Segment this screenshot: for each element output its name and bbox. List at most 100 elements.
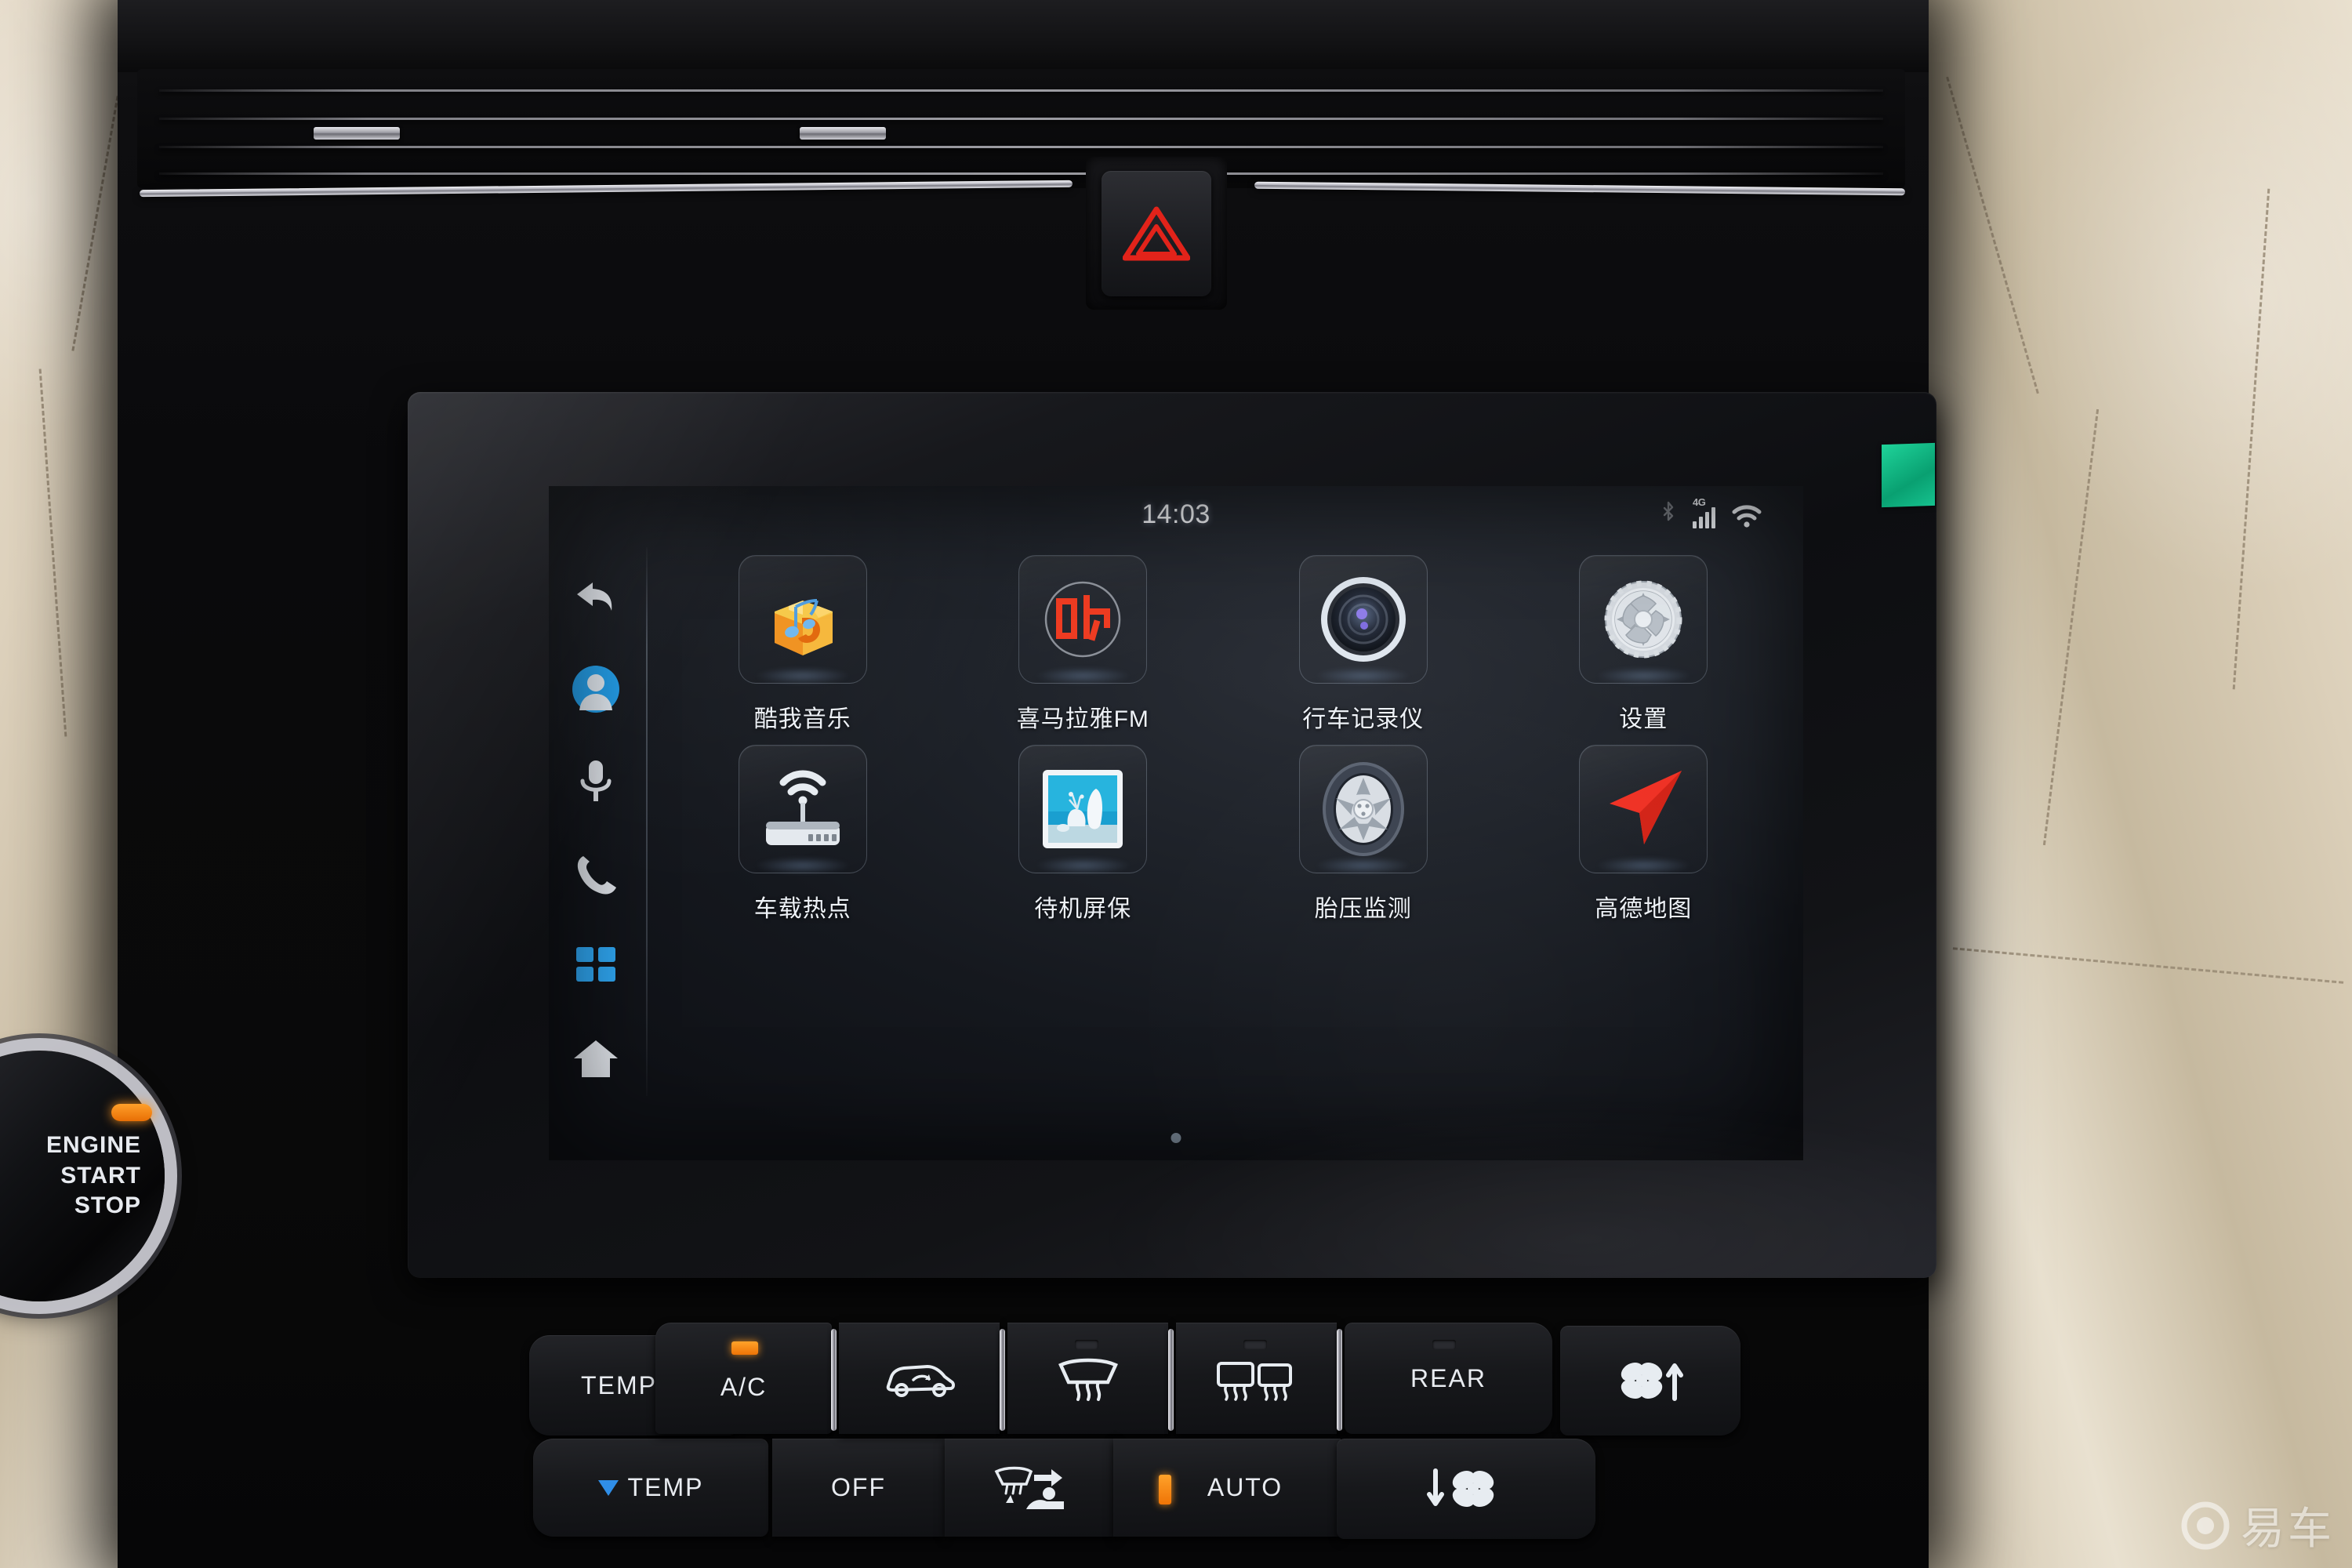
button-divider xyxy=(1000,1329,1005,1431)
vent-slat xyxy=(159,89,1883,92)
signal-bar xyxy=(1711,507,1715,528)
app-item-kuwo-music[interactable]: 酷我音乐 xyxy=(713,555,893,734)
fan-decrease-icon xyxy=(1427,1468,1494,1507)
app-item-amap[interactable]: 高德地图 xyxy=(1553,745,1733,924)
signal-4g-icon[interactable]: 4G xyxy=(1693,496,1715,528)
ximalaya-fm-icon xyxy=(1045,581,1121,658)
foot-vent-button[interactable] xyxy=(945,1439,1117,1537)
car-recirculation-icon xyxy=(886,1364,955,1397)
button-divider xyxy=(831,1329,837,1431)
app-item-ximalaya-fm[interactable]: 喜马拉雅FM xyxy=(993,555,1173,734)
user-avatar-icon xyxy=(572,666,619,713)
rear-led-indicator xyxy=(1432,1340,1456,1349)
fan-down-button[interactable] xyxy=(1337,1439,1595,1539)
ac-label: A/C xyxy=(720,1372,768,1401)
settings-gear-icon xyxy=(1604,580,1682,659)
sidebar-item-home[interactable] xyxy=(549,1013,643,1105)
watermark: 易车 xyxy=(2181,1494,2335,1557)
vent-direction-tab-right[interactable] xyxy=(800,127,886,140)
wifi-icon[interactable] xyxy=(1731,503,1762,528)
right-trim-panel xyxy=(1913,0,2352,1568)
sidebar-item-voice[interactable] xyxy=(549,735,643,828)
app-tile[interactable] xyxy=(738,555,867,684)
climate-control-panel: TEMP TEMP A/C OFF AUTO REAR xyxy=(529,1313,1803,1541)
kuwo-music-icon xyxy=(774,599,833,655)
microphone-icon xyxy=(580,760,612,801)
button-divider xyxy=(1168,1329,1174,1431)
engine-button-led xyxy=(111,1104,152,1121)
sidebar-item-user[interactable] xyxy=(549,643,643,735)
auto-button[interactable]: AUTO xyxy=(1113,1439,1341,1537)
watermark-text: 易车 xyxy=(2241,1504,2335,1553)
hazard-button[interactable] xyxy=(1102,171,1211,296)
fan-increase-icon xyxy=(1621,1363,1683,1401)
page-indicator[interactable] xyxy=(1171,1133,1181,1143)
sidebar-rail xyxy=(549,543,643,1160)
temp-up-label: TEMP xyxy=(581,1370,657,1399)
infotainment-screen[interactable]: 14:03 4G 酷我音乐 喜马拉雅FM 行车记录仪 设置 车载热点 待机屏保 … xyxy=(549,486,1803,1160)
fan-up-button[interactable] xyxy=(1560,1326,1740,1436)
app-item-tire-pressure[interactable]: 胎压监测 xyxy=(1273,745,1454,924)
temp-down-button[interactable]: TEMP xyxy=(533,1439,768,1537)
app-grid: 酷我音乐 喜马拉雅FM 行车记录仪 设置 车载热点 待机屏保 胎压监测 高德地图 xyxy=(666,555,1780,924)
engine-line2: START xyxy=(60,1162,141,1189)
auto-label: AUTO xyxy=(1207,1473,1283,1501)
ac-led-indicator xyxy=(731,1341,758,1355)
app-label: 喜马拉雅FM xyxy=(1016,706,1149,732)
ac-button[interactable]: A/C xyxy=(655,1323,832,1434)
hazard-triangle-icon xyxy=(1123,206,1190,261)
rear-button[interactable]: REAR xyxy=(1345,1323,1552,1434)
recirculation-button[interactable] xyxy=(839,1323,1000,1434)
screensaver-photo-icon xyxy=(1043,770,1123,848)
app-label: 高德地图 xyxy=(1595,896,1693,922)
amap-navigation-arrow-icon xyxy=(1610,771,1682,844)
home-icon xyxy=(574,1040,618,1077)
clock: 14:03 xyxy=(1142,499,1210,529)
app-item-dashcam[interactable]: 行车记录仪 xyxy=(1273,555,1454,734)
system-icons: 4G xyxy=(1660,496,1762,528)
phone-icon xyxy=(577,856,616,895)
rear-defrost-led xyxy=(1243,1340,1267,1349)
screenshot-root: 14:03 4G 酷我音乐 喜马拉雅FM 行车记录仪 设置 车载热点 待机屏保 … xyxy=(0,0,2352,1568)
app-tile[interactable] xyxy=(1298,745,1428,873)
signal-bar xyxy=(1699,517,1703,528)
app-label: 行车记录仪 xyxy=(1302,706,1425,732)
app-item-settings[interactable]: 设置 xyxy=(1553,555,1733,734)
engine-line3: STOP xyxy=(74,1192,141,1219)
vent-slat xyxy=(159,172,1883,175)
front-defrost-button[interactable] xyxy=(1007,1323,1168,1434)
sidebar-item-phone[interactable] xyxy=(549,828,643,920)
engine-line1: ENGINE xyxy=(45,1132,141,1159)
app-tile[interactable] xyxy=(1018,555,1148,684)
bluetooth-icon[interactable] xyxy=(1660,500,1677,528)
page-dot-active[interactable] xyxy=(1171,1133,1181,1143)
apps-grid-icon xyxy=(576,947,615,982)
app-label: 待机屏保 xyxy=(1034,896,1132,922)
app-tile[interactable] xyxy=(1018,745,1148,873)
app-tile[interactable] xyxy=(738,745,867,873)
wifi-router-icon xyxy=(765,770,840,845)
app-tile[interactable] xyxy=(1579,745,1708,873)
rear-defrost-button[interactable] xyxy=(1176,1323,1337,1434)
sidebar-item-apps[interactable] xyxy=(549,920,643,1013)
app-label: 车载热点 xyxy=(753,896,851,922)
app-tile[interactable] xyxy=(1579,555,1708,684)
temp-down-label: TEMP xyxy=(627,1473,704,1501)
app-tile[interactable] xyxy=(1298,555,1428,684)
sidebar-divider xyxy=(646,547,648,1096)
off-button[interactable]: OFF xyxy=(772,1439,945,1537)
app-item-screensaver[interactable]: 待机屏保 xyxy=(993,745,1173,924)
tire-pressure-icon xyxy=(1322,762,1404,856)
off-label: OFF xyxy=(831,1473,886,1501)
app-item-car-hotspot[interactable]: 车载热点 xyxy=(713,745,893,924)
air-vent-assembly xyxy=(137,69,1905,188)
front-defrost-led xyxy=(1075,1340,1098,1349)
vent-direction-tab-left[interactable] xyxy=(314,127,400,140)
back-icon xyxy=(577,583,612,611)
vent-slat xyxy=(159,146,1883,148)
arrow-down-blue-icon xyxy=(597,1479,619,1496)
auto-led-indicator xyxy=(1159,1475,1171,1504)
app-label: 胎压监测 xyxy=(1314,896,1412,922)
vent-slat xyxy=(159,118,1883,120)
sidebar-item-back[interactable] xyxy=(549,550,643,643)
